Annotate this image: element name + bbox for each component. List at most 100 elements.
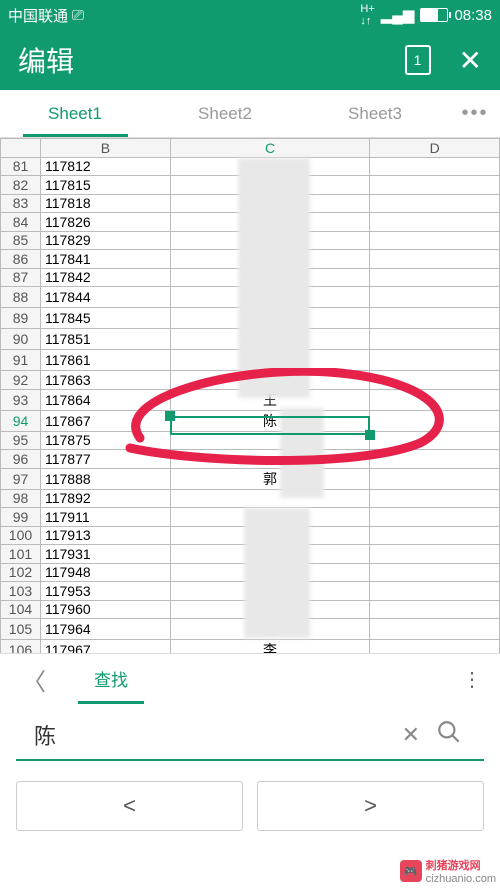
row-header[interactable]: 82 [1,176,41,195]
cell-d[interactable] [370,563,500,582]
cell-b[interactable]: 117888 [40,468,170,489]
search-submit-button[interactable] [432,719,466,751]
table-row[interactable]: 98117892 [1,489,500,508]
cell-d[interactable] [370,287,500,308]
cell-c[interactable]: 周 [170,350,370,371]
back-button[interactable]: 〈 [10,662,58,697]
row-header[interactable]: 90 [1,329,41,350]
cell-c[interactable] [170,231,370,250]
cell-b[interactable]: 117892 [40,489,170,508]
cell-b[interactable]: 117953 [40,582,170,601]
cell-b[interactable]: 117948 [40,563,170,582]
row-header[interactable]: 81 [1,157,41,176]
table-row[interactable]: 94117867陈 [1,410,500,431]
row-header[interactable]: 89 [1,308,41,329]
table-row[interactable]: 90117851韩 [1,329,500,350]
row-header[interactable]: 93 [1,389,41,410]
row-header[interactable]: 97 [1,468,41,489]
table-row[interactable]: 106117967李 [1,640,500,654]
cell-b[interactable]: 117815 [40,176,170,195]
cell-d[interactable] [370,410,500,431]
tab-sheet1[interactable]: Sheet1 [0,92,150,136]
col-header-c[interactable]: C [170,139,370,158]
row-header[interactable]: 106 [1,640,41,654]
cell-c[interactable] [170,157,370,176]
table-row[interactable]: 86117841 [1,250,500,269]
cell-d[interactable] [370,545,500,564]
cell-b[interactable]: 117960 [40,600,170,619]
row-header[interactable]: 100 [1,526,41,545]
cell-c[interactable] [170,526,370,545]
cell-d[interactable] [370,450,500,469]
cell-c[interactable] [170,250,370,269]
row-header[interactable]: 99 [1,508,41,527]
cell-b[interactable]: 117867 [40,410,170,431]
cell-d[interactable] [370,582,500,601]
cell-c[interactable] [170,563,370,582]
cell-d[interactable] [370,176,500,195]
row-header[interactable]: 98 [1,489,41,508]
col-header-b[interactable]: B [40,139,170,158]
row-header[interactable]: 83 [1,194,41,213]
cell-c[interactable]: 陈 [170,410,370,431]
cell-c[interactable]: 韩 [170,329,370,350]
cell-c[interactable] [170,431,370,450]
col-header-d[interactable]: D [370,139,500,158]
cell-c[interactable] [170,213,370,232]
cell-d[interactable] [370,329,500,350]
find-prev-button[interactable]: < [16,781,243,831]
row-header[interactable]: 105 [1,619,41,640]
table-row[interactable]: 82117815 [1,176,500,195]
cell-c[interactable] [170,194,370,213]
table-row[interactable]: 92117863 [1,371,500,390]
cell-d[interactable] [370,489,500,508]
cell-d[interactable] [370,157,500,176]
row-header[interactable]: 87 [1,268,41,287]
clear-search-button[interactable]: ✕ [390,722,432,748]
cell-c[interactable] [170,508,370,527]
cell-c[interactable]: 李 [170,640,370,654]
row-header[interactable]: 85 [1,231,41,250]
cell-d[interactable] [370,600,500,619]
cell-b[interactable]: 117851 [40,329,170,350]
find-more-button[interactable]: ⋮ [454,667,490,692]
cell-b[interactable]: 117913 [40,526,170,545]
cell-c[interactable] [170,450,370,469]
cell-b[interactable]: 117844 [40,287,170,308]
cell-b[interactable]: 117863 [40,371,170,390]
cell-b[interactable]: 117861 [40,350,170,371]
cell-c[interactable] [170,600,370,619]
tab-sheet3[interactable]: Sheet3 [300,92,450,136]
table-row[interactable]: 97117888郭 [1,468,500,489]
cell-b[interactable]: 117911 [40,508,170,527]
table-row[interactable]: 93117864王 [1,389,500,410]
cell-b[interactable]: 117931 [40,545,170,564]
row-header[interactable]: 88 [1,287,41,308]
cell-c[interactable] [170,176,370,195]
cell-b[interactable]: 117875 [40,431,170,450]
cell-d[interactable] [370,640,500,654]
close-button[interactable]: ✕ [459,44,482,77]
cell-c[interactable] [170,268,370,287]
cell-b[interactable]: 117841 [40,250,170,269]
search-input[interactable]: 陈 [34,719,390,751]
table-row[interactable]: 84117826 [1,213,500,232]
table-row[interactable]: 96117877 [1,450,500,469]
cell-d[interactable] [370,526,500,545]
cell-b[interactable]: 117877 [40,450,170,469]
cell-c[interactable]: 王 [170,619,370,640]
find-next-button[interactable]: > [257,781,484,831]
cell-d[interactable] [370,268,500,287]
cell-c[interactable] [170,582,370,601]
table-row[interactable]: 95117875 [1,431,500,450]
cell-b[interactable]: 117812 [40,157,170,176]
row-header[interactable]: 103 [1,582,41,601]
table-row[interactable]: 89117845刘 [1,308,500,329]
cell-d[interactable] [370,231,500,250]
table-row[interactable]: 83117818 [1,194,500,213]
row-header[interactable]: 95 [1,431,41,450]
cell-d[interactable] [370,194,500,213]
cell-b[interactable]: 117964 [40,619,170,640]
cell-c[interactable] [170,371,370,390]
corner-cell[interactable] [1,139,41,158]
